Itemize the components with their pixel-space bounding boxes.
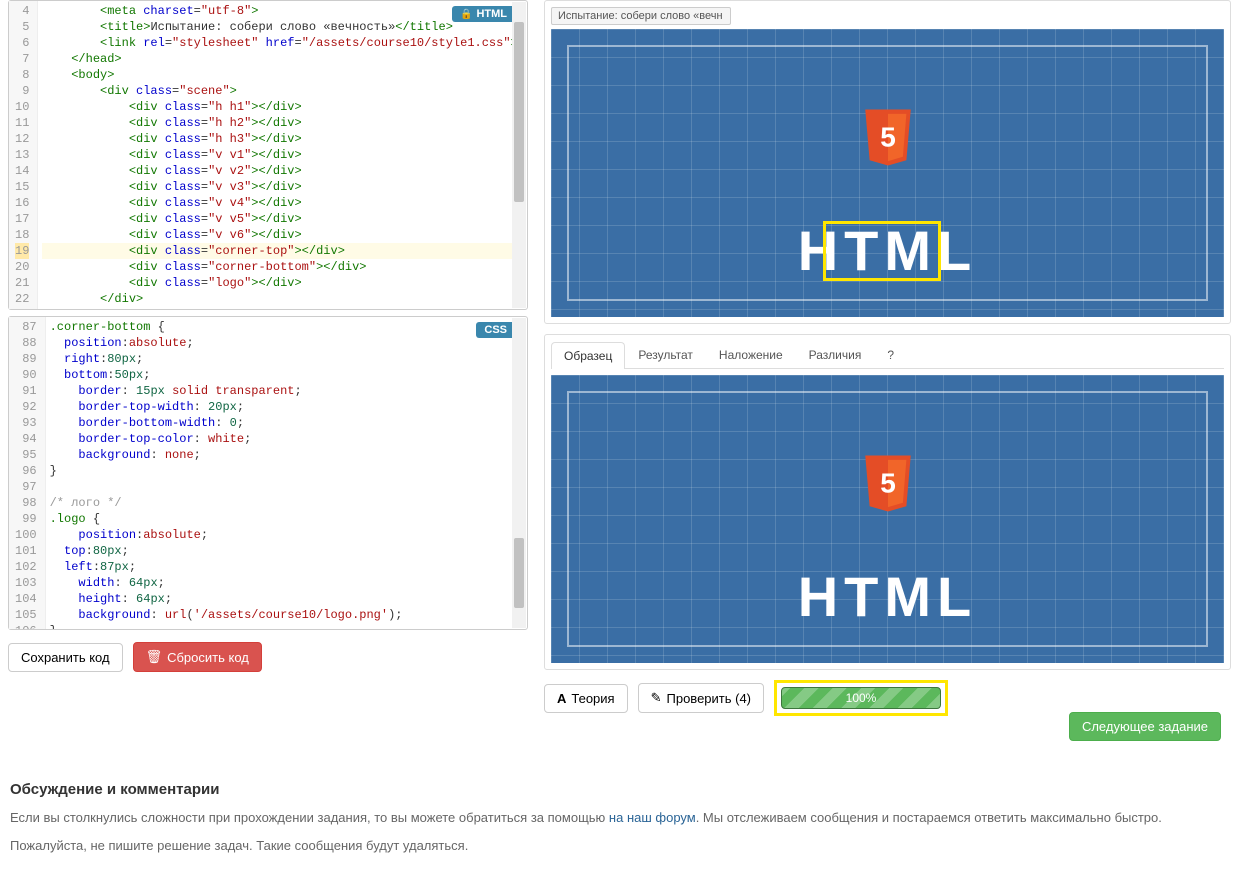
css-editor[interactable]: CSS 878889909192939495969798991001011021… [8, 316, 528, 630]
tab-Наложение[interactable]: Наложение [706, 341, 796, 368]
discussion-p1: Если вы столкнулись сложности при прохож… [10, 808, 1229, 828]
scrollbar[interactable] [512, 318, 526, 628]
discussion-section: Обсуждение и комментарии Если вы столкну… [8, 781, 1231, 883]
html-badge: 🔒 HTML [452, 6, 515, 22]
font-icon: A [557, 691, 566, 706]
lock-icon: 🔒 [460, 9, 472, 20]
reference-scene: 5 HTML [551, 375, 1224, 663]
svg-text:5: 5 [880, 121, 896, 152]
trash-icon: 🗑 [146, 649, 163, 665]
html-word: HTML [798, 564, 978, 629]
css-code[interactable]: .corner-bottom { position:absolute; righ… [46, 317, 527, 629]
progress-bar: 100% [781, 687, 941, 709]
save-button[interactable]: Сохранить код [8, 643, 123, 672]
preview-tabs-box: ОбразецРезультатНаложениеРазличия? 5 HTM… [544, 334, 1231, 670]
html-code[interactable]: <meta charset="utf-8"> <title>Испытание:… [38, 1, 527, 309]
scrollbar-thumb[interactable] [514, 538, 524, 608]
html5-logo-icon: 5 [860, 109, 916, 173]
css-badge: CSS [476, 322, 515, 338]
tab-Различия[interactable]: Различия [796, 341, 875, 368]
preview-tabs: ОбразецРезультатНаложениеРазличия? [551, 341, 1224, 369]
css-gutter: 8788899091929394959697989910010110210310… [9, 317, 46, 629]
reset-button[interactable]: 🗑 Сбросить код [133, 642, 262, 672]
html-badge-label: HTML [476, 8, 507, 20]
highlight-box [823, 221, 941, 281]
scrollbar[interactable] [512, 2, 526, 308]
tab-?[interactable]: ? [874, 341, 907, 368]
check-icon: ✎ [651, 690, 662, 706]
preview-scene: 5 HTML [551, 29, 1224, 317]
discussion-p2: Пожалуйста, не пишите решение задач. Так… [10, 836, 1229, 856]
preview-result: Испытание: собери слово «вечн 5 HTML [544, 0, 1231, 324]
tab-Образец[interactable]: Образец [551, 342, 625, 369]
check-button[interactable]: ✎ Проверить (4) [638, 683, 764, 713]
html5-logo-icon: 5 [860, 455, 916, 519]
scrollbar-thumb[interactable] [514, 22, 524, 202]
forum-link[interactable]: на наш форум [609, 810, 696, 825]
preview-title: Испытание: собери слово «вечн [551, 7, 731, 25]
html-editor[interactable]: 🔒 HTML 45678910111213141516171819202122 … [8, 0, 528, 310]
css-badge-label: CSS [484, 324, 507, 336]
theory-button[interactable]: A Теория [544, 684, 628, 713]
tab-Результат[interactable]: Результат [625, 341, 706, 368]
discussion-heading: Обсуждение и комментарии [10, 781, 1229, 798]
svg-text:5: 5 [880, 467, 896, 498]
progress-highlight: 100% [774, 680, 948, 716]
next-task-button[interactable]: Следующее задание [1069, 712, 1221, 741]
html-gutter: 45678910111213141516171819202122 [9, 1, 38, 309]
progress-value: 100% [846, 691, 877, 705]
